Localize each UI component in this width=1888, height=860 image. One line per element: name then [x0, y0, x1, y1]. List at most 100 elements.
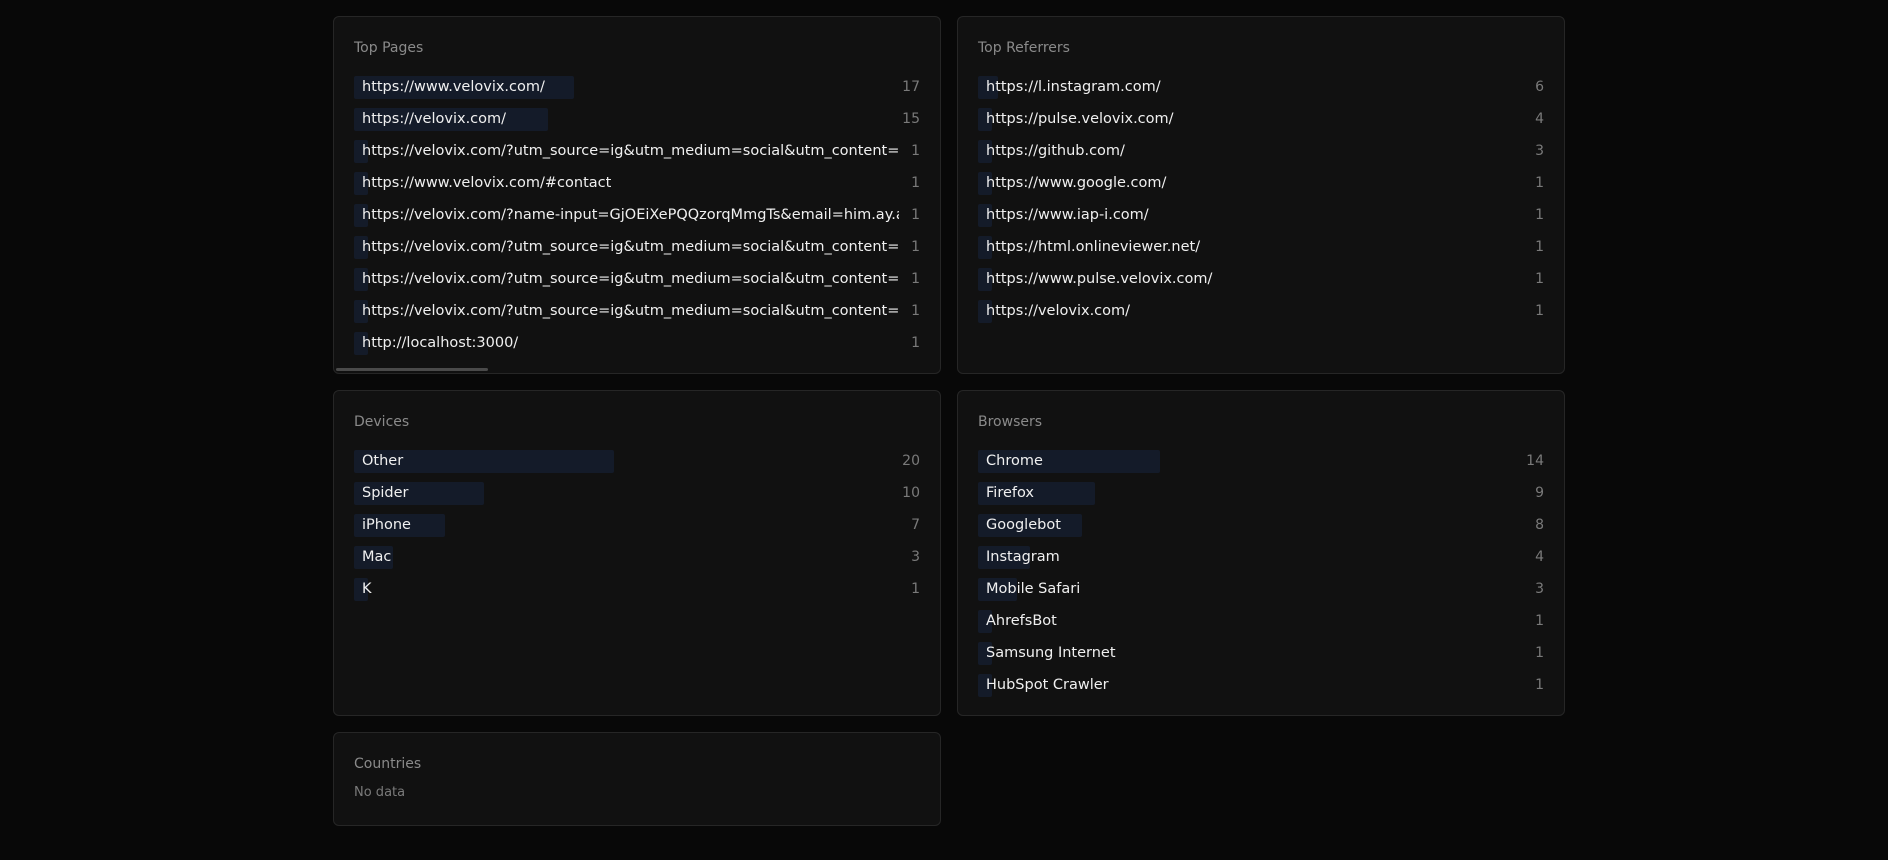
browsers-title: Browsers	[978, 414, 1043, 430]
list-item[interactable]: https://velovix.com/1	[978, 295, 1544, 327]
list-item[interactable]: AhrefsBot 1	[978, 605, 1544, 637]
list-item[interactable]: Samsung Internet 1	[978, 637, 1544, 669]
list-item[interactable]: https://www.google.com/1	[978, 167, 1544, 199]
item-label: https://velovix.com/	[986, 303, 1131, 319]
list-item[interactable]: http://localhost:3000/1	[354, 327, 920, 359]
devices-title: Devices	[354, 414, 410, 430]
list-item[interactable]: Chrome 14	[978, 445, 1544, 477]
item-count: 3	[1535, 143, 1544, 159]
list-item[interactable]: Instagram 4	[978, 541, 1544, 573]
item-label: iPhone	[362, 517, 411, 533]
item-label: Mobile Safari	[986, 581, 1081, 597]
item-count: 10	[902, 485, 920, 501]
browsers-list: Chrome 14 Firefox 9 Googlebot 8 Instagram 4 Mobi…	[978, 445, 1544, 701]
list-item[interactable]: Mac 3	[354, 541, 920, 573]
item-label: Samsung Internet	[986, 645, 1116, 661]
top-pages-card: Top Pages https://www.velovix.com/17 http…	[333, 16, 941, 374]
browsers-card: Browsers Chrome 14 Firefox 9 Googlebot 8 Insta…	[957, 390, 1565, 716]
top-referrers-title: Top Referrers	[978, 40, 1070, 56]
item-label: Mac	[362, 549, 392, 565]
list-item[interactable]: https://velovix.com/?name-input=GjOEiXeP…	[354, 199, 920, 231]
list-item[interactable]: Googlebot 8	[978, 509, 1544, 541]
item-count: 6	[1535, 79, 1544, 95]
item-label: AhrefsBot	[986, 613, 1057, 629]
list-item[interactable]: https://pulse.velovix.com/4	[978, 103, 1544, 135]
list-item[interactable]: https://www.velovix.com/#contact 1	[354, 167, 920, 199]
item-count: 1	[1535, 239, 1544, 255]
list-item[interactable]: https://velovix.com/15	[354, 103, 920, 135]
list-item[interactable]: Firefox 9	[978, 477, 1544, 509]
list-item[interactable]: iPhone 7	[354, 509, 920, 541]
list-item[interactable]: HubSpot Crawler 1	[978, 669, 1544, 701]
item-count: 1	[911, 175, 920, 191]
item-count: 20	[902, 453, 920, 469]
item-count: 1	[911, 239, 920, 255]
item-label: https://velovix.com/?name-input=GjOEiXeP…	[362, 207, 899, 223]
list-item[interactable]: K1	[354, 573, 920, 605]
item-label: Spider	[362, 485, 409, 501]
item-count: 1	[911, 207, 920, 223]
list-item[interactable]: https://velovix.com/?utm_source=ig&utm_m…	[354, 231, 920, 263]
item-count: 3	[1535, 581, 1544, 597]
item-label: HubSpot Crawler	[986, 677, 1109, 693]
list-item[interactable]: https://velovix.com/?utm_source=ig&utm_m…	[354, 135, 920, 167]
item-label: https://www.google.com/	[986, 175, 1167, 191]
item-count: 1	[1535, 207, 1544, 223]
analytics-grid: Top Pages https://www.velovix.com/17 http…	[333, 16, 1565, 826]
item-label: https://pulse.velovix.com/	[986, 111, 1174, 127]
item-label: Firefox	[986, 485, 1034, 501]
item-label: https://velovix.com/	[362, 111, 507, 127]
list-item[interactable]: https://www.velovix.com/17	[354, 71, 920, 103]
list-item[interactable]: https://l.instagram.com/6	[978, 71, 1544, 103]
item-count: 1	[1535, 645, 1544, 661]
item-label: https://github.com/	[986, 143, 1125, 159]
item-count: 1	[911, 335, 920, 351]
list-item[interactable]: https://www.pulse.velovix.com/1	[978, 263, 1544, 295]
item-count: 1	[1535, 271, 1544, 287]
item-label: https://www.iap-i.com/	[986, 207, 1149, 223]
list-item[interactable]: https://velovix.com/?utm_source=ig&utm_m…	[354, 263, 920, 295]
top-pages-list: https://www.velovix.com/17 https://velovi…	[354, 71, 920, 359]
devices-card: Devices Other 20 Spider 10 iPhone 7 Mac 3 K 1	[333, 390, 941, 716]
item-label: https://www.velovix.com/	[362, 79, 545, 95]
list-item[interactable]: https://github.com/3	[978, 135, 1544, 167]
item-count: 4	[1535, 549, 1544, 565]
item-count: 1	[911, 271, 920, 287]
item-count: 17	[902, 79, 920, 95]
item-label: https://l.instagram.com/	[986, 79, 1161, 95]
item-label: https://www.pulse.velovix.com/	[986, 271, 1213, 287]
item-count: 7	[911, 517, 920, 533]
countries-card: Countries No data	[333, 732, 941, 826]
item-count: 1	[911, 581, 920, 597]
item-count: 14	[1526, 453, 1544, 469]
item-label: K	[362, 581, 372, 597]
horizontal-scrollbar[interactable]	[336, 368, 488, 371]
item-count: 4	[1535, 111, 1544, 127]
top-referrers-list: https://l.instagram.com/6 https://pulse.v…	[978, 71, 1544, 327]
item-label: https://www.velovix.com/#contact	[362, 175, 612, 191]
item-count: 3	[911, 549, 920, 565]
item-label: https://velovix.com/?utm_source=ig&utm_m…	[362, 303, 900, 319]
item-count: 1	[911, 143, 920, 159]
item-label: Googlebot	[986, 517, 1061, 533]
item-count: 15	[902, 111, 920, 127]
list-item[interactable]: https://html.onlineviewer.net/1	[978, 231, 1544, 263]
item-label: https://velovix.com/?utm_source=ig&utm_m…	[362, 239, 900, 255]
list-item[interactable]: https://www.iap-i.com/1	[978, 199, 1544, 231]
list-item[interactable]: Spider 10	[354, 477, 920, 509]
item-label: https://html.onlineviewer.net/	[986, 239, 1201, 255]
item-label: https://velovix.com/?utm_source=ig&utm_m…	[362, 143, 900, 159]
item-count: 1	[1535, 613, 1544, 629]
item-count: 1	[1535, 303, 1544, 319]
list-item[interactable]: Other 20	[354, 445, 920, 477]
item-label: Instagram	[986, 549, 1060, 565]
top-referrers-card: Top Referrers https://l.instagram.com/6 h…	[957, 16, 1565, 374]
item-count: 1	[911, 303, 920, 319]
item-count: 8	[1535, 517, 1544, 533]
item-label: Chrome	[986, 453, 1043, 469]
list-item[interactable]: https://velovix.com/?utm_source=ig&utm_m…	[354, 295, 920, 327]
list-item[interactable]: Mobile Safari 3	[978, 573, 1544, 605]
devices-list: Other 20 Spider 10 iPhone 7 Mac 3 K 1	[354, 445, 920, 605]
item-count: 1	[1535, 677, 1544, 693]
item-label: https://velovix.com/?utm_source=ig&utm_m…	[362, 271, 900, 287]
